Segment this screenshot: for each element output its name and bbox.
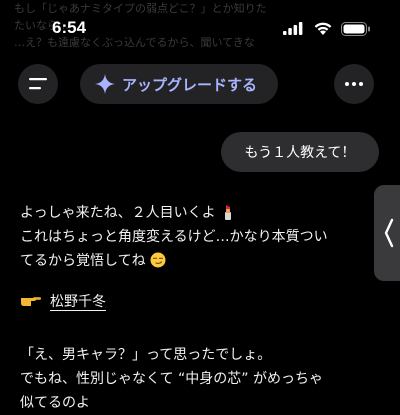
more-icon xyxy=(345,82,363,86)
chevron-left-icon xyxy=(384,218,394,248)
upgrade-label: アップグレードする xyxy=(122,75,258,94)
assistant-line: てるから覚悟してね xyxy=(20,249,385,273)
status-bar: 6:54 xyxy=(0,14,400,44)
assistant-line: 似てるのよ xyxy=(20,391,385,415)
lipstick-icon xyxy=(225,205,232,220)
smirk-face-icon xyxy=(150,252,166,268)
menu-icon xyxy=(29,78,47,90)
assistant-line: でもね、性別じゃなくて “中身の芯” がめっちゃ xyxy=(20,367,385,391)
menu-button[interactable] xyxy=(18,64,58,104)
assistant-line-text: 「え、男キャラ？」って思ったでしょ。 xyxy=(20,347,272,363)
battery-icon xyxy=(341,22,370,36)
upgrade-button[interactable]: アップグレードする xyxy=(80,64,278,104)
sparkle-icon xyxy=(95,74,115,94)
side-panel-handle[interactable] xyxy=(374,185,400,281)
user-message-text: もう１人教えて！ xyxy=(244,145,356,161)
assistant-line-text: よっしゃ来たね、２人目いくよ xyxy=(20,205,216,221)
assistant-line-text: 似てるのよ xyxy=(20,395,90,411)
assistant-line: これはちょっと角度変えるけど…かなり本質つい xyxy=(20,225,385,249)
assistant-line-text: これはちょっと角度変えるけど…かなり本質つい xyxy=(20,229,328,245)
more-options-button[interactable] xyxy=(334,64,374,104)
cellular-signal-icon xyxy=(283,22,303,35)
assistant-line: よっしゃ来たね、２人目いくよ xyxy=(20,201,385,225)
assistant-name-line: 松野千冬 xyxy=(20,290,385,314)
assistant-line-text: てるから覚悟してね xyxy=(20,253,146,269)
status-time: 6:54 xyxy=(52,18,87,37)
character-name: 松野千冬 xyxy=(50,294,106,310)
wifi-icon xyxy=(314,22,332,35)
assistant-line: 「え、男キャラ？」って思ったでしょ。 xyxy=(20,343,385,367)
pointing-hand-icon xyxy=(21,297,41,306)
top-bar: アップグレードする xyxy=(0,62,400,106)
user-message-bubble: もう１人教えて！ xyxy=(221,132,379,172)
assistant-line-text: でもね、性別じゃなくて “中身の芯” がめっちゃ xyxy=(20,371,323,387)
